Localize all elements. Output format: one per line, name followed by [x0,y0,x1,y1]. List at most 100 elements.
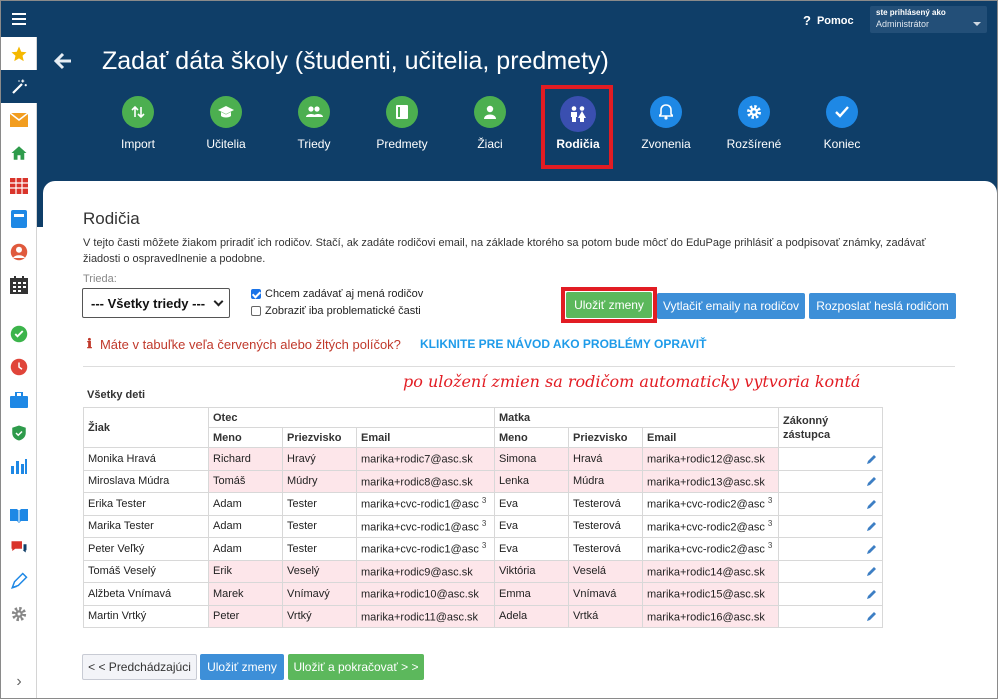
father-last-name[interactable]: Veselý [282,559,357,583]
mother-last-name[interactable]: Testerová [568,514,643,538]
edit-pencil-icon[interactable] [866,520,878,532]
sidebar-item-stats[interactable] [1,449,37,482]
father-last-name[interactable]: Tester [282,492,357,516]
sidebar-item-students[interactable] [1,235,37,268]
step-teachers[interactable]: Učitelia [188,96,264,151]
step-import[interactable]: Import [100,96,176,151]
father-last-name[interactable]: Tester [282,537,357,561]
edit-pencil-icon[interactable] [866,610,878,622]
edit-pencil-icon[interactable] [866,543,878,555]
father-email[interactable]: marika+cvc-rodic1@asc 3 [356,537,495,561]
mother-first-name[interactable]: Eva [494,537,569,561]
mother-last-name[interactable]: Testerová [568,492,643,516]
checkbox-unchecked[interactable] [251,306,261,316]
sidebar-item-edit[interactable] [1,564,37,597]
checkbox-problematic-only[interactable]: Zobraziť iba problematické časti [251,305,421,317]
step-subjects[interactable]: Predmety [364,96,440,151]
class-select[interactable]: --- Všetky triedy --- [82,288,230,318]
mother-first-name[interactable]: Eva [494,492,569,516]
help-guide-link[interactable]: KLIKNITE PRE NÁVOD AKO PROBLÉMY OPRAVIŤ [420,337,706,351]
father-email[interactable]: marika+rodic9@asc.sk [356,559,495,583]
sidebar-item-favorites[interactable] [1,37,37,70]
father-first-name[interactable]: Adam [208,492,283,516]
sidebar-item-timetable[interactable] [1,268,37,301]
guardian-cell[interactable] [778,492,884,516]
checkbox-parent-names[interactable]: Chcem zadávať aj mená rodičov [251,288,423,300]
mother-email[interactable]: marika+rodic14@asc.sk [641,559,780,583]
sidebar-item-home[interactable] [1,136,37,169]
edit-pencil-icon[interactable] [866,588,878,600]
mother-first-name[interactable]: Viktória [494,559,569,583]
mother-email[interactable]: marika+cvc-rodic2@asc 3 [641,492,780,516]
mother-first-name[interactable]: Simona [494,447,569,471]
mother-first-name[interactable]: Adela [494,604,569,628]
guardian-cell[interactable] [778,604,884,628]
edit-pencil-icon[interactable] [866,453,878,465]
sidebar-item-security[interactable] [1,416,37,449]
mother-email[interactable]: marika+rodic12@asc.sk [641,447,780,471]
save-and-continue-button[interactable]: Uložiť a pokračovať > > [288,654,424,680]
sidebar-item-wizard[interactable] [1,70,37,103]
back-arrow-icon[interactable] [53,51,73,71]
father-email[interactable]: marika+rodic8@asc.sk [356,469,495,493]
step-classes[interactable]: Triedy [276,96,352,151]
print-emails-button[interactable]: Vytlačiť emaily na rodičov [657,293,805,319]
father-first-name[interactable]: Tomáš [208,469,283,493]
edit-pencil-icon[interactable] [866,475,878,487]
mother-first-name[interactable]: Eva [494,514,569,538]
father-first-name[interactable]: Marek [208,582,283,606]
father-email[interactable]: marika+cvc-rodic1@asc 3 [356,492,495,516]
help-link[interactable]: ? Pomoc [803,13,854,28]
sidebar-item-settings[interactable] [1,597,37,630]
mother-first-name[interactable]: Lenka [494,469,569,493]
father-last-name[interactable]: Múdry [282,469,357,493]
father-first-name[interactable]: Erik [208,559,283,583]
sidebar-item-mail[interactable] [1,103,37,136]
mother-last-name[interactable]: Vnímavá [568,582,643,606]
menu-icon[interactable] [1,1,37,37]
user-menu[interactable]: ste prihlásený ako Administrátor [870,6,987,33]
sidebar-item-clock[interactable] [1,350,37,383]
mother-last-name[interactable]: Veselá [568,559,643,583]
sidebar-item-attendance[interactable] [1,317,37,350]
father-first-name[interactable]: Peter [208,604,283,628]
guardian-cell[interactable] [778,537,884,561]
sidebar-item-grades[interactable] [1,169,37,202]
father-last-name[interactable]: Hravý [282,447,357,471]
mother-email[interactable]: marika+rodic15@asc.sk [641,582,780,606]
father-email[interactable]: marika+rodic10@asc.sk [356,582,495,606]
send-passwords-button[interactable]: Rozposlať heslá rodičom [809,293,956,319]
step-advanced[interactable]: Rozšírené [716,96,792,151]
mother-email[interactable]: marika+cvc-rodic2@asc 3 [641,537,780,561]
mother-last-name[interactable]: Testerová [568,537,643,561]
mother-email[interactable]: marika+rodic13@asc.sk [641,469,780,493]
step-students[interactable]: Žiaci [452,96,528,151]
sidebar-item-book[interactable] [1,202,37,235]
edit-pencil-icon[interactable] [866,498,878,510]
father-first-name[interactable]: Adam [208,537,283,561]
mother-last-name[interactable]: Vrtká [568,604,643,628]
edit-pencil-icon[interactable] [866,565,878,577]
father-first-name[interactable]: Adam [208,514,283,538]
guardian-cell[interactable] [778,582,884,606]
mother-last-name[interactable]: Hravá [568,447,643,471]
sidebar-item-library[interactable] [1,498,37,531]
father-last-name[interactable]: Tester [282,514,357,538]
father-first-name[interactable]: Richard [208,447,283,471]
sidebar-item-messages[interactable] [1,531,37,564]
guardian-cell[interactable] [778,514,884,538]
father-last-name[interactable]: Vrtký [282,604,357,628]
mother-first-name[interactable]: Emma [494,582,569,606]
father-email[interactable]: marika+rodic7@asc.sk [356,447,495,471]
save-changes-button-bottom[interactable]: Uložiť zmeny [200,654,284,680]
mother-email[interactable]: marika+cvc-rodic2@asc 3 [641,514,780,538]
guardian-cell[interactable] [778,559,884,583]
step-finish[interactable]: Koniec [804,96,880,151]
mother-email[interactable]: marika+rodic16@asc.sk [641,604,780,628]
father-last-name[interactable]: Vnímavý [282,582,357,606]
checkbox-checked[interactable] [251,289,261,299]
father-email[interactable]: marika+cvc-rodic1@asc 3 [356,514,495,538]
sidebar-item-briefcase[interactable] [1,383,37,416]
sidebar-expand-button[interactable]: › [1,665,37,698]
guardian-cell[interactable] [778,447,884,471]
